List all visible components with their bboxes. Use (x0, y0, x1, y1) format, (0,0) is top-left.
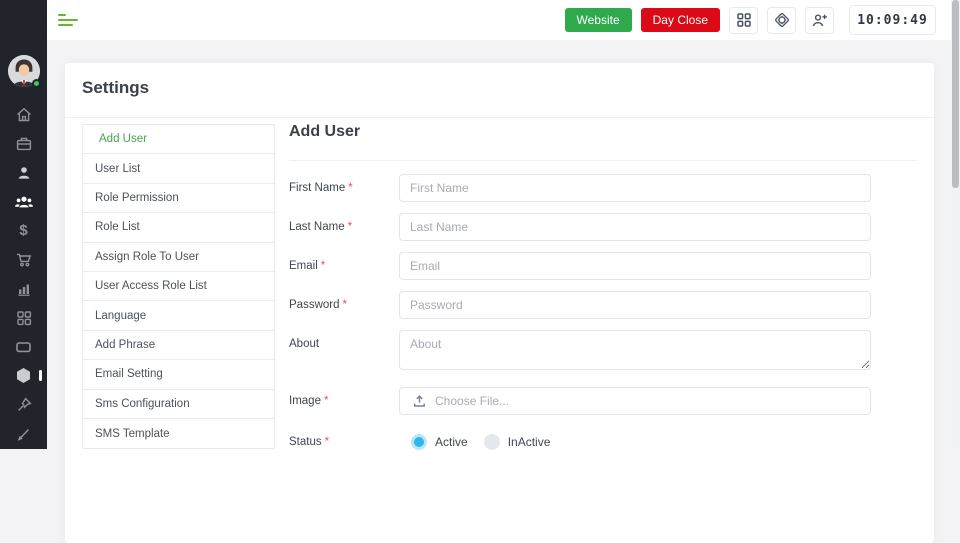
last-name-row: Last Name * (289, 213, 917, 241)
about-textarea[interactable] (399, 330, 871, 370)
page-title: Settings (82, 78, 150, 97)
status-option-active[interactable]: Active (411, 434, 468, 450)
digital-clock: 10:09:49 (849, 5, 936, 35)
email-input[interactable] (399, 252, 871, 280)
apps-grid-icon[interactable] (729, 6, 758, 34)
required-marker: * (342, 299, 347, 311)
last-name-label: Last Name * (289, 221, 353, 233)
brush-icon[interactable] (0, 419, 47, 448)
choose-file-input[interactable]: Choose File... (399, 387, 871, 415)
file-placeholder: Choose File... (435, 394, 510, 408)
home-icon[interactable] (0, 100, 47, 129)
nav-item-role-list[interactable]: Role List (83, 213, 274, 243)
image-row: Image * Choose File... (289, 387, 917, 415)
nav-item-assign-role-to-user[interactable]: Assign Role To User (83, 242, 274, 272)
password-label: Password * (289, 299, 347, 311)
form-divider (289, 160, 917, 161)
last-name-input[interactable] (399, 213, 871, 241)
add-user-form: Add User First Name* Last Name* Email* P… (289, 120, 917, 467)
upload-icon (414, 394, 425, 407)
tablet-icon[interactable] (0, 332, 47, 361)
app-sidebar: $ (0, 0, 47, 449)
status-row: Status * Active InActive (289, 428, 917, 456)
nav-item-sms-template[interactable]: SMS Template (83, 418, 274, 449)
website-button[interactable]: Website (564, 8, 632, 32)
vertical-scrollbar[interactable] (951, 0, 960, 449)
users-group-icon[interactable] (0, 187, 47, 216)
top-header: Website Day Close 10:09:49 (47, 0, 960, 41)
status-radio-group: Active InActive (399, 428, 871, 456)
compass-target-icon[interactable] (767, 6, 796, 34)
cart-icon[interactable] (0, 245, 47, 274)
password-row: Password * (289, 291, 917, 319)
sidebar-icon-menu: $ (0, 100, 47, 448)
status-option-inactive[interactable]: InActive (483, 434, 551, 450)
required-marker: * (323, 395, 329, 407)
required-marker: * (320, 260, 326, 272)
required-marker: * (347, 221, 353, 233)
grid-icon[interactable] (0, 303, 47, 332)
title-divider (65, 117, 934, 118)
active-page-indicator (39, 370, 42, 381)
status-label: Status * (289, 436, 330, 448)
about-label: About (289, 338, 320, 350)
add-person-icon[interactable] (805, 6, 834, 34)
hamburger-menu-icon[interactable] (58, 13, 80, 27)
settings-card: Settings Add User User List Role Permiss… (65, 63, 934, 543)
nav-item-user-list[interactable]: User List (83, 154, 274, 184)
scrollbar-thumb[interactable] (952, 0, 959, 188)
form-title: Add User (289, 123, 361, 140)
email-row: Email * (289, 252, 917, 280)
nav-item-add-user[interactable]: Add User (83, 125, 274, 155)
day-close-button[interactable]: Day Close (640, 8, 720, 32)
radio-inactive-label: InActive (507, 435, 551, 449)
nav-item-email-setting[interactable]: Email Setting (83, 360, 274, 390)
radio-active-label: Active (435, 435, 468, 449)
password-input[interactable] (399, 291, 871, 319)
online-status-dot (31, 79, 41, 88)
first-name-row: First Name * (289, 174, 917, 202)
first-name-label: First Name * (289, 182, 353, 194)
dollar-glyph: $ (19, 222, 28, 239)
radio-inactive-unselected[interactable] (483, 434, 500, 450)
user-avatar[interactable] (7, 55, 41, 88)
settings-nav-list: Add User User List Role Permission Role … (82, 124, 275, 450)
hexagon-icon[interactable] (0, 361, 47, 390)
required-marker: * (324, 436, 330, 448)
email-label: Email * (289, 260, 326, 272)
image-label: Image * (289, 395, 329, 407)
nav-item-user-access-role-list[interactable]: User Access Role List (83, 271, 274, 302)
bar-chart-icon[interactable] (0, 274, 47, 303)
nav-item-role-permission[interactable]: Role Permission (83, 183, 274, 214)
first-name-input[interactable] (399, 174, 871, 202)
radio-active-selected[interactable] (411, 434, 427, 450)
header-actions: Website Day Close 10:09:49 (564, 5, 936, 35)
briefcase-icon[interactable] (0, 129, 47, 158)
nav-item-language[interactable]: Language (83, 301, 274, 331)
nav-item-add-phrase[interactable]: Add Phrase (83, 330, 274, 361)
required-marker: * (348, 182, 353, 194)
nav-item-sms-configuration[interactable]: Sms Configuration (83, 389, 274, 419)
dollar-icon[interactable]: $ (0, 216, 47, 245)
pin-icon[interactable] (0, 390, 47, 419)
user-icon[interactable] (0, 158, 47, 187)
about-row: About (289, 330, 917, 375)
